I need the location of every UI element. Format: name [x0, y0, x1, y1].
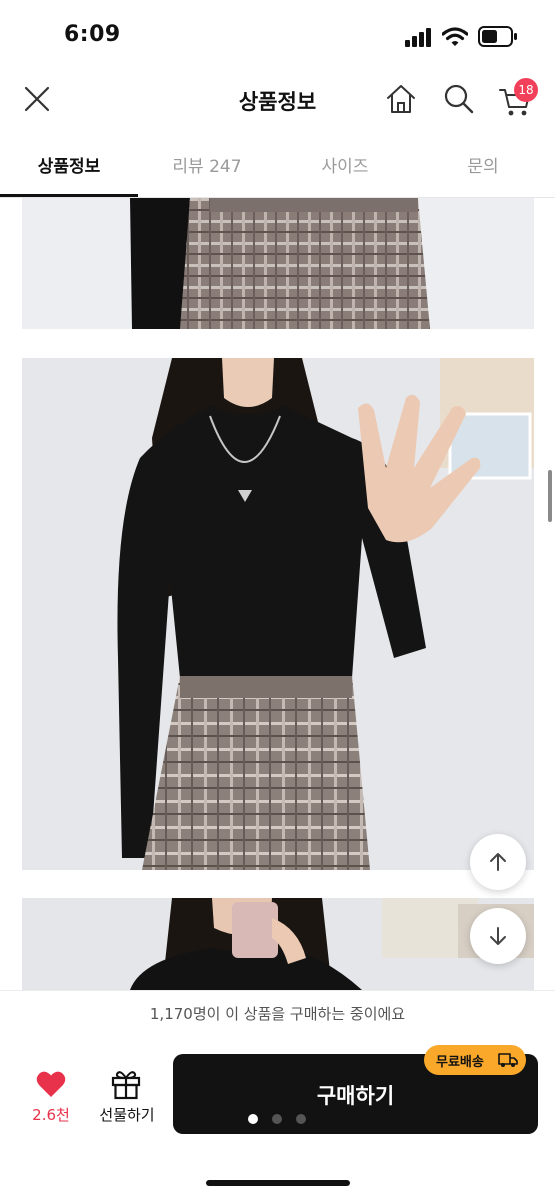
truck-icon [498, 1053, 518, 1067]
active-tab-indicator [0, 194, 138, 197]
scroll-up-button[interactable] [470, 834, 526, 890]
product-image [22, 198, 534, 329]
battery-icon [478, 26, 517, 47]
tab-product-info[interactable]: 상품정보 [0, 152, 138, 177]
page-dot [296, 1114, 306, 1124]
product-tabs: 상품정보 리뷰 247 사이즈 문의 [0, 140, 555, 198]
tab-size[interactable]: 사이즈 [276, 152, 414, 177]
gift-label: 선물하기 [99, 1106, 155, 1124]
page-dot [248, 1114, 258, 1124]
app-header: 상품정보 [0, 72, 555, 128]
page-dot [272, 1114, 282, 1124]
wifi-icon [442, 27, 468, 46]
arrow-up-icon [490, 853, 506, 871]
tab-reviews[interactable]: 리뷰 247 [138, 152, 276, 177]
scroll-down-button[interactable] [470, 908, 526, 964]
arrow-down-icon [490, 927, 506, 945]
heart-icon [36, 1071, 66, 1097]
cellular-signal-icon [405, 27, 435, 47]
page-indicator-dots [244, 1112, 314, 1126]
like-button[interactable]: 2.6천 [22, 1070, 80, 1132]
status-bar: 6:09 [0, 0, 555, 72]
purchase-activity-notice: 1,170명이 이 상품을 구매하는 중이에요 [0, 990, 555, 1036]
gift-button[interactable]: 선물하기 [92, 1068, 162, 1132]
free-shipping-label: 무료배송 [436, 1055, 484, 1070]
free-shipping-badge: 무료배송 [424, 1045, 526, 1075]
product-image-model [22, 358, 534, 870]
gift-icon [111, 1071, 141, 1100]
cart-count-badge: 18 [514, 78, 538, 102]
like-count: 2.6천 [32, 1106, 70, 1124]
tab-inquiry[interactable]: 문의 [414, 152, 552, 177]
home-indicator [206, 1180, 350, 1186]
search-icon[interactable] [442, 82, 476, 116]
product-image [22, 898, 534, 990]
buy-label: 구매하기 [316, 1084, 395, 1108]
status-time: 6:09 [64, 22, 121, 47]
home-icon[interactable] [384, 82, 418, 116]
scroll-indicator[interactable] [548, 470, 552, 522]
